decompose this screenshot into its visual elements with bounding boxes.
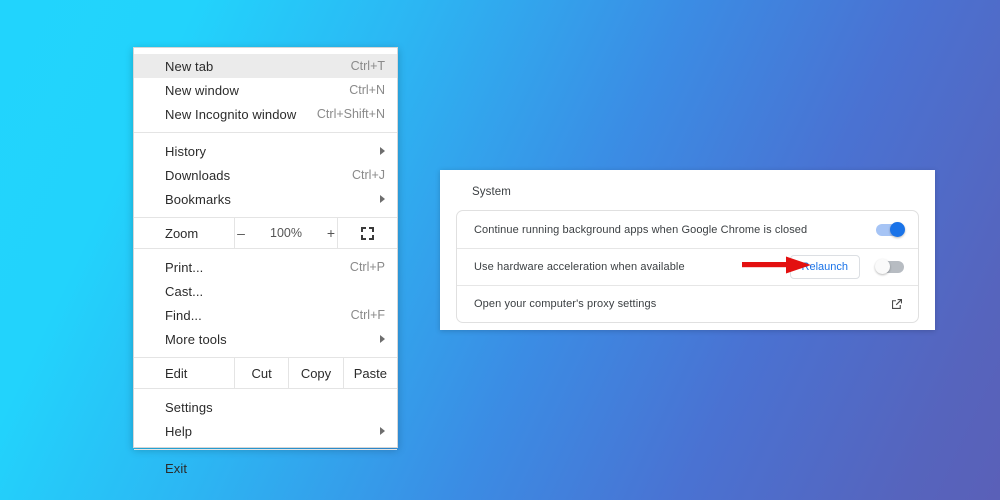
zoom-level-value: 100% bbox=[270, 226, 302, 240]
menu-item-label: Bookmarks bbox=[165, 191, 231, 207]
menu-item-label: Downloads bbox=[165, 167, 231, 183]
menu-item-history[interactable]: History bbox=[134, 139, 397, 163]
background-apps-toggle[interactable] bbox=[876, 221, 905, 237]
chevron-right-icon bbox=[380, 427, 385, 435]
menu-item-shortcut: Ctrl+F bbox=[350, 308, 385, 322]
menu-item-label: New tab bbox=[165, 58, 214, 74]
menu-item-label: Exit bbox=[165, 460, 188, 476]
menu-item-label: Print... bbox=[165, 259, 204, 275]
menu-item-new-tab[interactable]: New tab Ctrl+T bbox=[134, 54, 397, 78]
menu-item-label: Find... bbox=[165, 307, 202, 323]
cut-button[interactable]: Cut bbox=[234, 358, 288, 388]
chevron-right-icon bbox=[380, 147, 385, 155]
fullscreen-icon bbox=[361, 226, 374, 240]
menu-item-shortcut: Ctrl+N bbox=[349, 83, 385, 97]
chevron-right-icon bbox=[380, 195, 385, 203]
menu-item-find[interactable]: Find... Ctrl+F bbox=[134, 303, 397, 327]
menu-section-exit: Exit bbox=[134, 450, 397, 486]
menu-item-settings[interactable]: Settings bbox=[134, 395, 397, 419]
zoom-controls: – 100% + bbox=[234, 218, 338, 248]
settings-card: Continue running background apps when Go… bbox=[456, 210, 919, 323]
setting-row-hardware-acceleration[interactable]: Use hardware acceleration when available… bbox=[457, 248, 918, 285]
toggle-knob bbox=[890, 221, 905, 237]
menu-item-label: More tools bbox=[165, 331, 227, 347]
zoom-out-button[interactable]: – bbox=[235, 225, 247, 241]
menu-section-settings: Settings Help bbox=[134, 389, 397, 449]
menu-item-shortcut: Ctrl+P bbox=[349, 260, 385, 274]
red-pointer-arrow bbox=[742, 256, 812, 274]
menu-item-help[interactable]: Help bbox=[134, 419, 397, 443]
setting-row-background-apps[interactable]: Continue running background apps when Go… bbox=[457, 211, 918, 248]
menu-section-tools: Print... Ctrl+P Cast... Find... Ctrl+F M… bbox=[134, 249, 397, 357]
menu-item-bookmarks[interactable]: Bookmarks bbox=[134, 187, 397, 211]
menu-item-label: Help bbox=[165, 423, 193, 439]
paste-button[interactable]: Paste bbox=[342, 358, 397, 388]
copy-button[interactable]: Copy bbox=[288, 358, 342, 388]
menu-section-browsing: History Downloads Ctrl+J Bookmarks bbox=[134, 133, 397, 217]
settings-system-panel: System Continue running background apps … bbox=[440, 170, 935, 330]
menu-item-downloads[interactable]: Downloads Ctrl+J bbox=[134, 163, 397, 187]
hardware-acceleration-toggle[interactable] bbox=[875, 259, 904, 274]
menu-item-exit[interactable]: Exit bbox=[134, 456, 397, 480]
menu-item-new-window[interactable]: New window Ctrl+N bbox=[134, 78, 397, 102]
chevron-right-icon bbox=[380, 335, 385, 343]
menu-item-label: History bbox=[165, 143, 207, 159]
fullscreen-button[interactable] bbox=[338, 218, 397, 248]
menu-item-shortcut: Ctrl+J bbox=[352, 168, 385, 182]
chrome-main-menu: New tab Ctrl+T New window Ctrl+N New Inc… bbox=[133, 47, 398, 476]
external-link-icon[interactable] bbox=[890, 297, 904, 311]
menu-item-label: New window bbox=[165, 82, 239, 98]
edit-label: Edit bbox=[165, 365, 188, 381]
menu-item-label: Cast... bbox=[165, 283, 204, 299]
menu-item-shortcut: Ctrl+Shift+N bbox=[316, 107, 385, 121]
setting-label: Continue running background apps when Go… bbox=[474, 223, 808, 236]
menu-zoom-row: Zoom – 100% + bbox=[134, 218, 397, 248]
zoom-in-button[interactable]: + bbox=[325, 225, 337, 241]
zoom-label: Zoom bbox=[165, 225, 199, 241]
menu-item-shortcut: Ctrl+T bbox=[350, 59, 385, 73]
menu-edit-row: Edit Cut Copy Paste bbox=[134, 358, 397, 388]
menu-item-label: Settings bbox=[165, 399, 213, 415]
toggle-knob bbox=[875, 259, 890, 274]
menu-item-more-tools[interactable]: More tools bbox=[134, 327, 397, 351]
menu-item-cast[interactable]: Cast... bbox=[134, 279, 397, 303]
screenshot-stage: New tab Ctrl+T New window Ctrl+N New Inc… bbox=[0, 0, 1000, 500]
setting-row-proxy-settings[interactable]: Open your computer's proxy settings bbox=[457, 285, 918, 322]
menu-section-new: New tab Ctrl+T New window Ctrl+N New Inc… bbox=[134, 48, 397, 132]
menu-item-print[interactable]: Print... Ctrl+P bbox=[134, 255, 397, 279]
menu-item-new-incognito-window[interactable]: New Incognito window Ctrl+Shift+N bbox=[134, 102, 397, 126]
setting-label: Open your computer's proxy settings bbox=[474, 298, 657, 310]
menu-item-label: New Incognito window bbox=[165, 106, 297, 122]
settings-section-title: System bbox=[472, 186, 511, 198]
